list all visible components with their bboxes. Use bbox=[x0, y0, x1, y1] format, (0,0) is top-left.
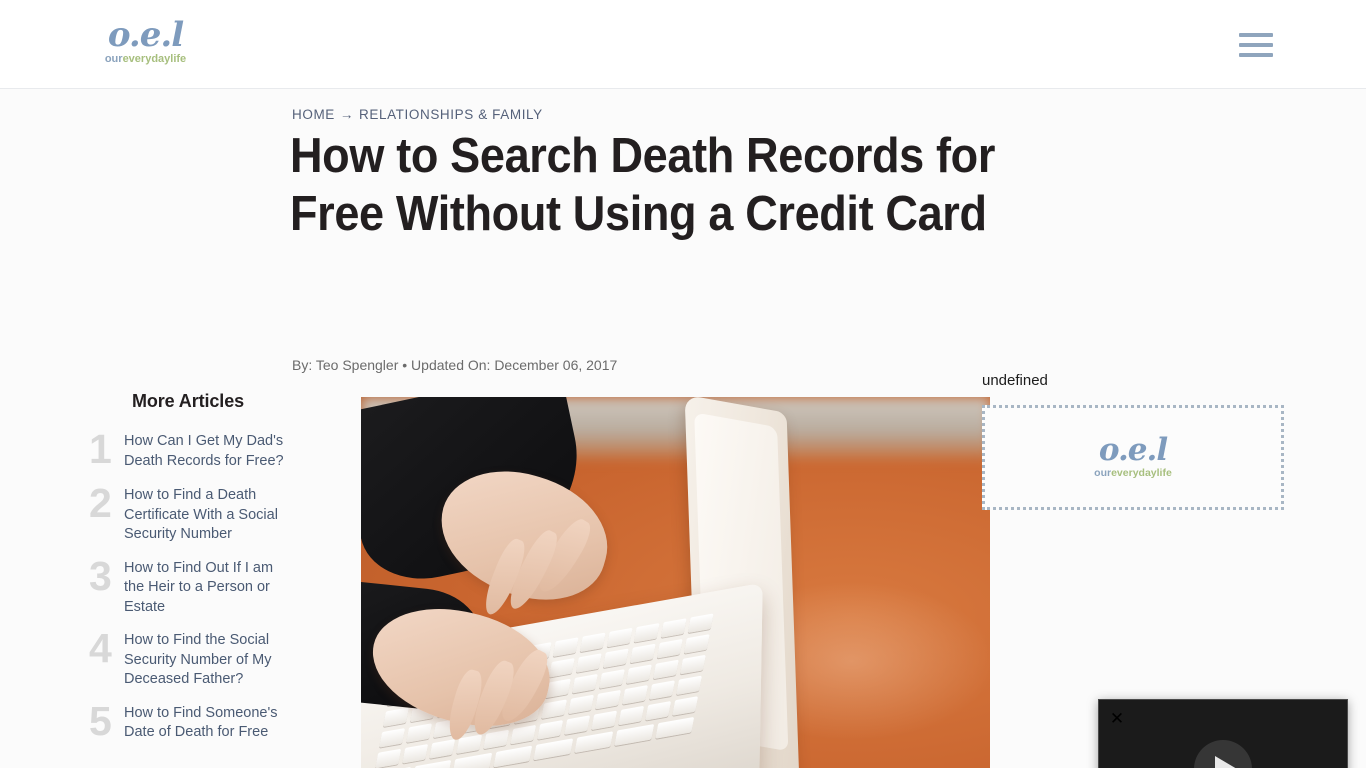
more-articles-number: 3 bbox=[89, 552, 112, 599]
floating-video-player[interactable]: ✕ bbox=[1098, 699, 1348, 768]
more-articles-heading: More Articles bbox=[131, 391, 245, 411]
ad-logo-script-text: o.e.l bbox=[1098, 432, 1168, 468]
logo-tagline-part1: our bbox=[104, 53, 123, 65]
breadcrumb-home-link[interactable]: HOME bbox=[292, 107, 335, 122]
ad-placeholder[interactable]: o.e.l oureverydaylife bbox=[982, 405, 1284, 510]
article-hero-figure: Jupiterimages/Photos.com/Getty Images bbox=[361, 397, 990, 768]
close-icon[interactable]: ✕ bbox=[1108, 710, 1126, 728]
more-articles-number: 5 bbox=[89, 697, 112, 744]
breadcrumb-category-link[interactable]: RELATIONSHIPS & FAMILY bbox=[359, 107, 543, 122]
article-hero-image bbox=[361, 397, 990, 768]
right-sidebar: undefined o.e.l oureverydaylife bbox=[982, 372, 1284, 510]
site-header: o.e.l oureverydaylife bbox=[0, 0, 1366, 89]
more-articles-link[interactable]: How Can I Get My Dad's Death Records for… bbox=[124, 430, 290, 471]
hamburger-bar-2 bbox=[1239, 43, 1273, 47]
more-articles-sidebar: More Articles 1 How Can I Get My Dad's D… bbox=[86, 391, 290, 756]
ad-logo-tagline-part1: our bbox=[1094, 467, 1112, 479]
ad-logo-tagline: oureverydaylife bbox=[1094, 467, 1172, 480]
list-item[interactable]: 1 How Can I Get My Dad's Death Records f… bbox=[86, 426, 290, 472]
article-byline: By: Teo Spengler • Updated On: December … bbox=[292, 357, 618, 373]
play-icon[interactable] bbox=[1194, 740, 1252, 768]
page-title: How to Search Death Records for Free Wit… bbox=[290, 129, 996, 241]
breadcrumb: HOME → RELATIONSHIPS & FAMILY bbox=[292, 107, 543, 122]
ad-logo-tagline-part2: everydaylife bbox=[1111, 467, 1172, 479]
list-item[interactable]: 4 How to Find the Social Security Number… bbox=[86, 625, 290, 690]
hamburger-bar-3 bbox=[1239, 53, 1273, 57]
hamburger-bar-1 bbox=[1239, 33, 1273, 37]
ad-label: undefined bbox=[982, 372, 1048, 389]
more-articles-number: 1 bbox=[89, 426, 112, 472]
list-item[interactable]: 5 How to Find Someone's Date of Death fo… bbox=[86, 697, 290, 744]
site-logo[interactable]: o.e.l oureverydaylife bbox=[98, 18, 193, 66]
logo-script-text: o.e.l bbox=[107, 15, 184, 55]
hamburger-menu-icon[interactable] bbox=[1239, 33, 1273, 57]
list-item[interactable]: 2 How to Find a Death Certificate With a… bbox=[86, 480, 290, 545]
more-articles-number: 4 bbox=[89, 625, 112, 671]
page-content: HOME → RELATIONSHIPS & FAMILY How to Searc… bbox=[0, 89, 1366, 768]
logo-tagline: oureverydaylife bbox=[98, 53, 193, 66]
more-articles-number: 2 bbox=[89, 480, 112, 526]
more-articles-link[interactable]: How to Find a Death Certificate With a S… bbox=[124, 484, 290, 545]
ad-logo: o.e.l oureverydaylife bbox=[1094, 435, 1172, 480]
more-articles-link[interactable]: How to Find Out If I am the Heir to a Pe… bbox=[124, 557, 290, 618]
more-articles-link[interactable]: How to Find Someone's Date of Death for … bbox=[124, 702, 290, 743]
more-articles-link[interactable]: How to Find the Social Security Number o… bbox=[124, 629, 290, 690]
list-item[interactable]: 3 How to Find Out If I am the Heir to a … bbox=[86, 552, 290, 618]
breadcrumb-separator-icon: → bbox=[339, 107, 355, 122]
logo-tagline-part2: everydaylife bbox=[122, 53, 187, 65]
